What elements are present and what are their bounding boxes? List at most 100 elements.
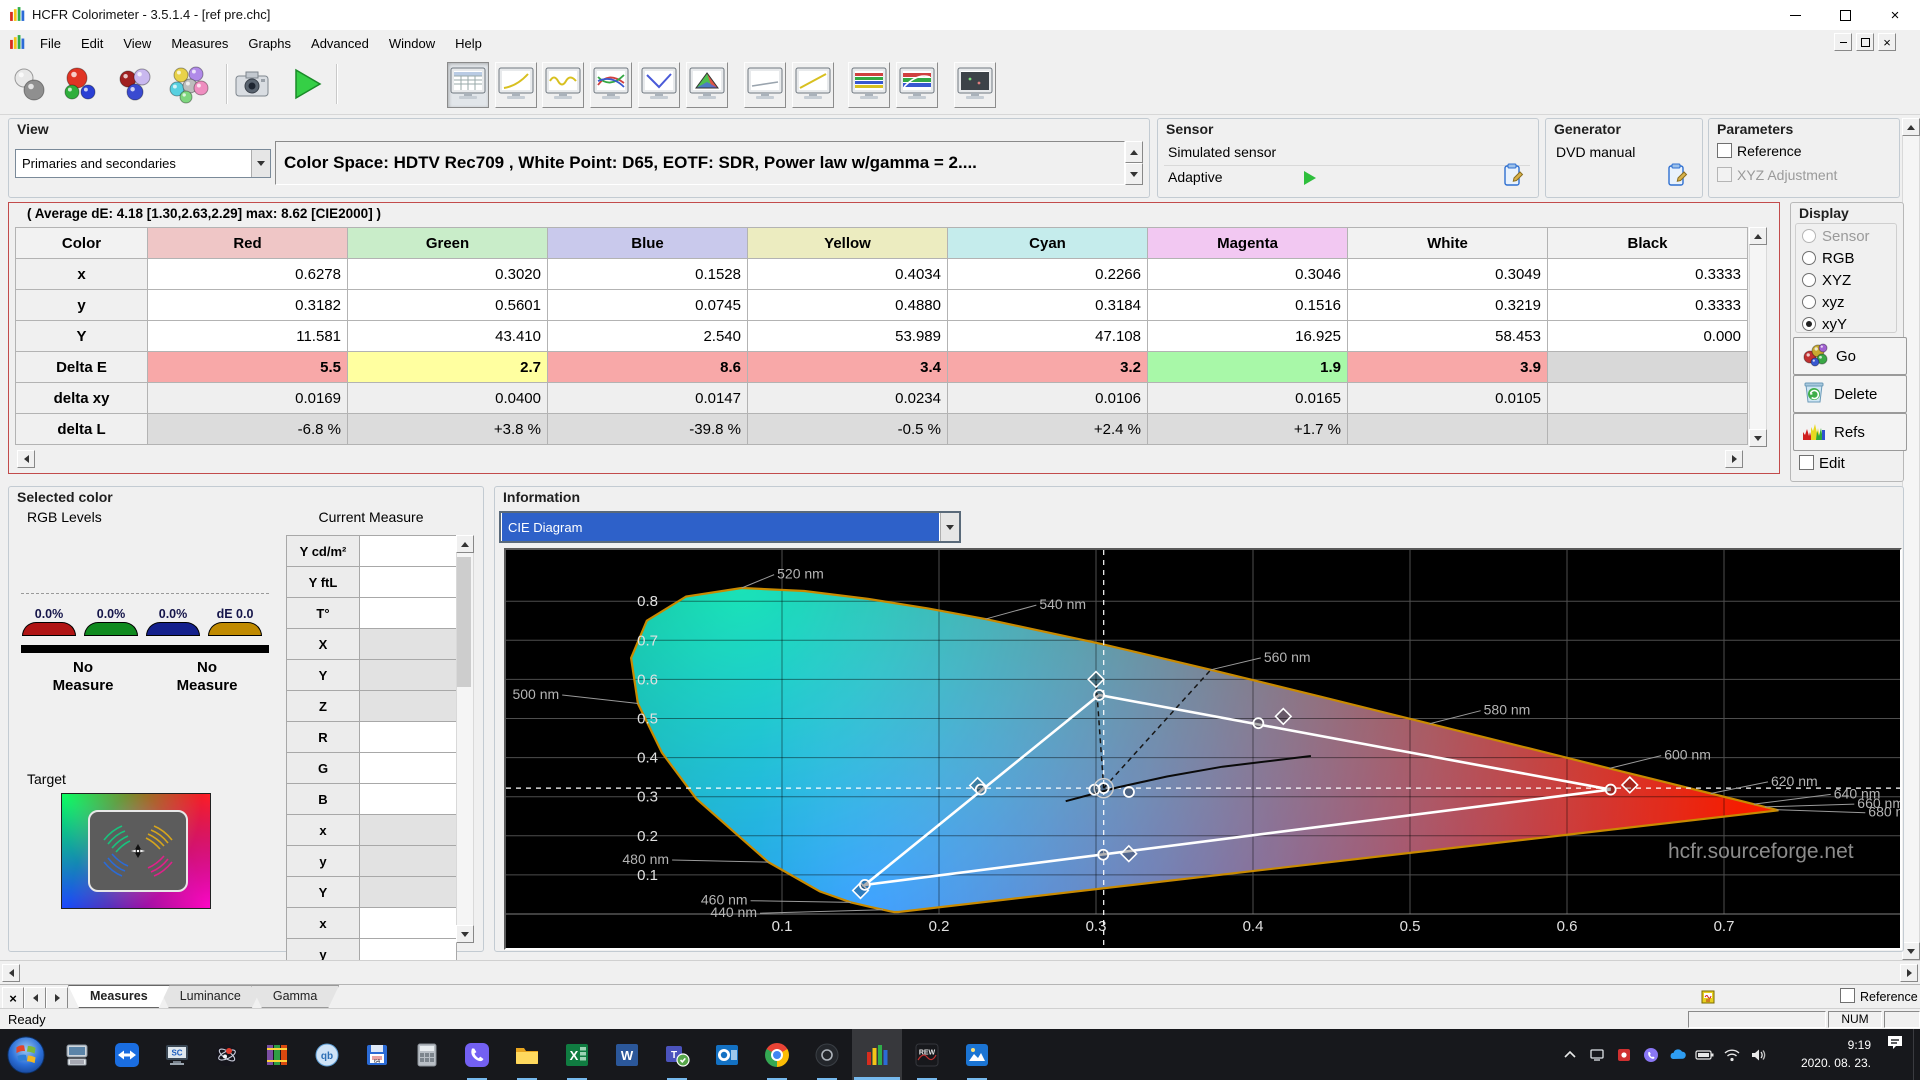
toolbar-delta-curve-icon[interactable] <box>638 62 680 108</box>
hscroll-right-icon[interactable] <box>1900 964 1918 982</box>
delete-button[interactable]: Delete <box>1793 375 1907 413</box>
tab-next-button[interactable] <box>46 987 68 1009</box>
information-dropdown[interactable]: CIE Diagram <box>499 511 961 543</box>
display-radio-xyy[interactable]: xyY <box>1802 316 1896 333</box>
taskbar-rew-icon[interactable]: REW <box>902 1029 952 1080</box>
measure-scroll-up-icon[interactable] <box>456 535 474 553</box>
table-vertical-scrollbar[interactable] <box>1749 227 1767 447</box>
taskbar-gray-panel-icon[interactable] <box>402 1029 452 1080</box>
taskbar-viber-icon[interactable] <box>452 1029 502 1080</box>
toolbar-plain-diagonal-icon[interactable] <box>792 62 834 108</box>
go-button[interactable]: Go <box>1793 337 1907 375</box>
taskbar-outlook-icon[interactable] <box>702 1029 752 1080</box>
table-scroll-down-icon[interactable] <box>1749 429 1767 447</box>
edit-checkbox[interactable]: Edit <box>1799 455 1845 472</box>
tray-tray-monitor-icon[interactable] <box>1585 1042 1609 1068</box>
taskbar-screenconnect-icon[interactable]: SC <box>152 1029 202 1080</box>
minimize-button[interactable] <box>1770 0 1820 30</box>
taskbar-hcfr-icon[interactable] <box>852 1029 902 1080</box>
taskbar-word-icon[interactable]: W <box>602 1029 652 1080</box>
tab-luminance[interactable]: Luminance <box>158 985 263 1008</box>
hscroll-left-icon[interactable] <box>2 964 20 982</box>
horizontal-scrollbar[interactable] <box>0 960 1920 985</box>
menu-edit[interactable]: Edit <box>71 32 113 55</box>
main-vertical-scrollbar[interactable] <box>1902 118 1920 960</box>
toolbar-color-bars-icon[interactable] <box>848 62 890 108</box>
menu-measures[interactable]: Measures <box>161 32 238 55</box>
taskbar-winrar-icon[interactable] <box>252 1029 302 1080</box>
scroll-down-icon[interactable] <box>1902 942 1920 960</box>
toolbar-dark-screen-icon[interactable] <box>954 62 996 108</box>
chevron-down-icon[interactable] <box>251 150 270 177</box>
reference-checkbox[interactable]: Reference <box>1840 988 1918 1004</box>
taskbar-blue-app-icon[interactable] <box>952 1029 1002 1080</box>
toolbar-run-icon[interactable] <box>286 62 326 106</box>
taskbar-clock[interactable]: 9:19 2020. 08. 23. <box>1771 1029 1877 1080</box>
toolbar-free-measure-icon[interactable] <box>10 62 50 106</box>
sensor-config-icon[interactable] <box>1502 163 1524 190</box>
mdi-minimize-button[interactable] <box>1834 33 1852 51</box>
tray-volume-icon[interactable] <box>1747 1042 1771 1068</box>
toolbar-snapshot-icon[interactable] <box>232 62 272 106</box>
maximize-button[interactable] <box>1820 0 1870 30</box>
param-reference-checkbox[interactable]: Reference <box>1717 143 1837 159</box>
taskbar-file-explorer-icon[interactable] <box>502 1029 552 1080</box>
taskbar-dark-cam-icon[interactable] <box>802 1029 852 1080</box>
toolbar-bars-line-icon[interactable] <box>896 62 938 108</box>
scroll-up-icon[interactable] <box>1902 118 1920 136</box>
spin-up-button[interactable] <box>1125 141 1143 163</box>
start-button[interactable] <box>0 1029 52 1080</box>
menu-file[interactable]: File <box>30 32 71 55</box>
tray-chevron-up-icon[interactable] <box>1558 1042 1582 1068</box>
display-radio-rgb[interactable]: RGB <box>1802 250 1896 267</box>
mdi-restore-button[interactable] <box>1856 33 1874 51</box>
refs-button[interactable]: Refs <box>1793 413 1907 451</box>
generator-config-icon[interactable] <box>1666 163 1688 190</box>
menu-advanced[interactable]: Advanced <box>301 32 379 55</box>
action-center-icon[interactable] <box>1877 1029 1913 1055</box>
display-radio-xyz[interactable]: XYZ <box>1802 272 1896 289</box>
chevron-down-icon[interactable] <box>940 513 959 541</box>
taskbar-atom-app-icon[interactable] <box>202 1029 252 1080</box>
taskbar-teams-icon[interactable]: T <box>652 1029 702 1080</box>
measure-scroll-down-icon[interactable] <box>456 925 474 943</box>
view-mode-dropdown[interactable]: Primaries and secondaries <box>15 149 271 178</box>
tray-battery-icon[interactable] <box>1693 1042 1717 1068</box>
toolbar-gamma-curve-icon[interactable] <box>495 62 537 108</box>
table-scroll-up-icon[interactable] <box>1749 227 1767 245</box>
tab-prev-button[interactable] <box>24 987 46 1009</box>
tray-onedrive-icon[interactable] <box>1666 1042 1690 1068</box>
taskbar-chrome-icon[interactable] <box>752 1029 802 1080</box>
taskbar-hwinfo64-icon[interactable]: 64 <box>352 1029 402 1080</box>
menu-help[interactable]: Help <box>445 32 492 55</box>
sensor-run-icon[interactable] <box>1304 171 1316 185</box>
taskbar-teamviewer-icon[interactable] <box>102 1029 152 1080</box>
lut-icon[interactable] <box>1700 986 1720 1009</box>
taskbar-qbittorrent-icon[interactable]: qb <box>302 1029 352 1080</box>
toolbar-measures-grid-icon[interactable] <box>447 62 489 108</box>
toolbar-luminance-wave-icon[interactable] <box>542 62 584 108</box>
table-scroll-right-icon[interactable] <box>1725 450 1743 468</box>
show-desktop-button[interactable] <box>1913 1029 1920 1080</box>
menu-view[interactable]: View <box>113 32 161 55</box>
reference-checkbox-box[interactable] <box>1840 988 1855 1003</box>
display-radio-xyz[interactable]: xyz <box>1802 294 1896 311</box>
tab-close-button[interactable]: × <box>2 987 24 1009</box>
toolbar-rgb-curves-icon[interactable] <box>590 62 632 108</box>
mdi-close-button[interactable]: × <box>1878 33 1896 51</box>
menu-graphs[interactable]: Graphs <box>238 32 301 55</box>
edit-checkbox-box[interactable] <box>1799 455 1814 470</box>
tray-wifi-icon[interactable] <box>1720 1042 1744 1068</box>
table-scroll-left-icon[interactable] <box>17 450 35 468</box>
toolbar-secondaries-measure-icon[interactable] <box>116 62 156 106</box>
spin-down-button[interactable] <box>1125 163 1143 185</box>
taskbar-pc-utility-icon[interactable] <box>52 1029 102 1080</box>
close-button[interactable]: × <box>1870 0 1920 30</box>
measure-scroll-thumb[interactable] <box>457 557 471 687</box>
tray-tray-red-icon[interactable] <box>1612 1042 1636 1068</box>
toolbar-full-measure-icon[interactable] <box>169 62 209 106</box>
toolbar-cie-gamut-icon[interactable] <box>686 62 728 108</box>
toolbar-primaries-measure-icon[interactable] <box>61 62 101 106</box>
tab-measures[interactable]: Measures <box>68 985 170 1008</box>
tray-tray-phone-icon[interactable] <box>1639 1042 1663 1068</box>
